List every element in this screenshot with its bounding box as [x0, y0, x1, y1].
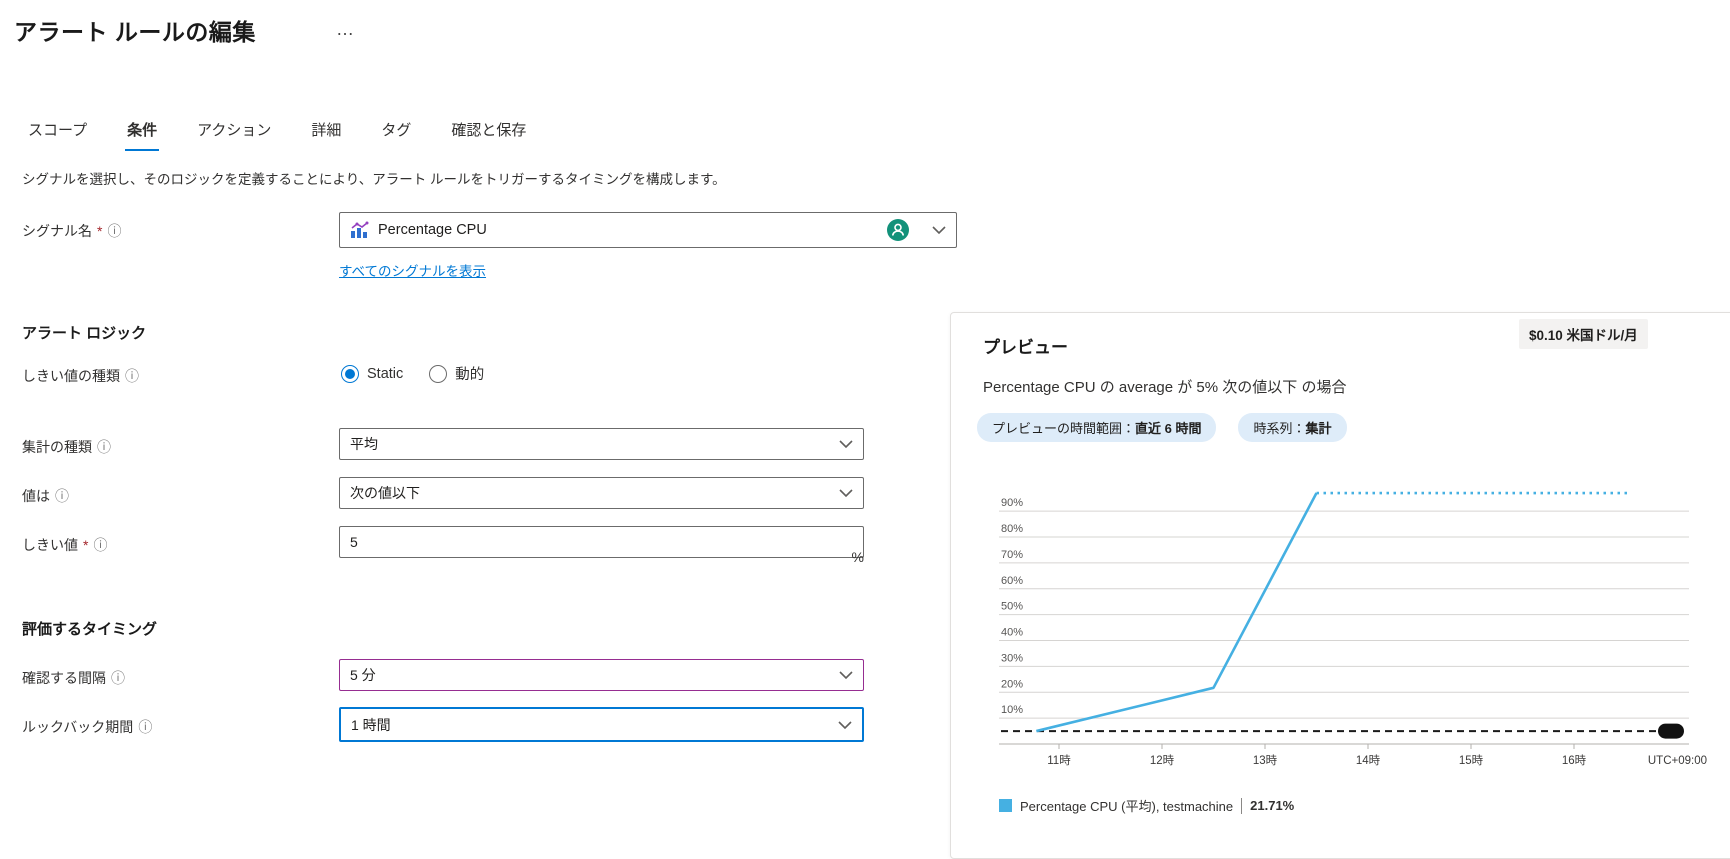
radio-dynamic-label: 動的 — [455, 363, 484, 384]
legend-separator — [1241, 798, 1242, 814]
threshold-unit: % — [839, 549, 864, 565]
operator-dropdown[interactable]: 次の値以下 — [339, 477, 864, 509]
threshold-type-radio-group: Static 動的 — [341, 363, 484, 384]
radio-static-label: Static — [367, 366, 403, 382]
svg-text:30%: 30% — [1001, 652, 1023, 664]
svg-text:50%: 50% — [1001, 601, 1023, 613]
alert-logic-heading: アラート ロジック — [22, 322, 146, 343]
legend-current-value: 21.71% — [1250, 798, 1294, 813]
threshold-label: しきい値 — [22, 535, 78, 555]
svg-text:16時: 16時 — [1562, 754, 1587, 767]
lookback-value: 1 時間 — [351, 715, 830, 735]
svg-text:11時: 11時 — [1047, 754, 1071, 767]
threshold-type-label-row: しきい値の種類 ⓘ — [22, 366, 139, 386]
info-icon[interactable]: ⓘ — [111, 671, 125, 685]
frequency-value: 5 分 — [350, 665, 831, 685]
chevron-down-icon — [839, 485, 853, 501]
svg-text:40%: 40% — [1001, 627, 1023, 639]
threshold-value: 5 — [350, 534, 853, 550]
radio-dot — [429, 365, 447, 383]
info-icon[interactable]: ⓘ — [125, 369, 139, 383]
preview-card: プレビュー $0.10 米国ドル/月 Percentage CPU の aver… — [950, 312, 1730, 859]
info-icon[interactable]: ⓘ — [138, 720, 152, 734]
legend-series-label: Percentage CPU (平均), testmachine — [1020, 796, 1233, 815]
svg-text:20%: 20% — [1001, 678, 1023, 690]
threshold-label-row: しきい値 * ⓘ — [22, 535, 107, 555]
more-options-button[interactable]: … — [336, 19, 356, 40]
frequency-dropdown[interactable]: 5 分 — [339, 659, 864, 691]
wizard-tabs: スコープ 条件 アクション 詳細 タグ 確認と保存 — [26, 113, 528, 151]
svg-text:60%: 60% — [1001, 575, 1023, 587]
alert-rule-edit-page: { "page": { "title": "アラート ルールの編集", "mor… — [0, 0, 1730, 827]
time-range-pill-value: 直近 6 時間 — [1135, 421, 1201, 436]
tab-actions[interactable]: アクション — [195, 113, 273, 151]
lookback-dropdown[interactable]: 1 時間 — [339, 707, 864, 742]
evaluation-heading: 評価するタイミング — [22, 618, 157, 639]
signal-combobox[interactable]: Percentage CPU — [339, 212, 957, 248]
page-title: アラート ルールの編集 — [14, 13, 256, 47]
series-mode-pill: 時系列：集計 — [1238, 413, 1346, 442]
price-badge: $0.10 米国ドル/月 — [1519, 319, 1648, 349]
legend-color-swatch — [999, 799, 1012, 812]
frequency-label: 確認する間隔 — [22, 668, 106, 688]
required-asterisk: * — [83, 537, 88, 553]
metric-chart-icon — [350, 221, 369, 239]
radio-dynamic[interactable]: 動的 — [429, 363, 484, 384]
time-range-pill: プレビューの時間範囲：直近 6 時間 — [977, 413, 1216, 442]
frequency-label-row: 確認する間隔 ⓘ — [22, 668, 125, 688]
svg-text:10%: 10% — [1001, 704, 1023, 716]
info-icon[interactable]: ⓘ — [97, 440, 111, 454]
svg-text:90%: 90% — [1001, 497, 1023, 509]
lookback-label-row: ルックバック期間 ⓘ — [22, 717, 152, 737]
preview-chart: 10% 20% 30% 40% 50% 60% 70% 80% 90% 11時 12時 13時 14時 1… — [961, 453, 1721, 783]
show-all-signals-link[interactable]: すべてのシグナルを表示 — [339, 260, 486, 280]
tab-details[interactable]: 詳細 — [309, 113, 343, 151]
series-mode-pill-value: 集計 — [1306, 421, 1332, 436]
tab-review-save[interactable]: 確認と保存 — [449, 113, 528, 151]
chevron-down-icon — [838, 717, 852, 733]
radio-static[interactable]: Static — [341, 365, 403, 383]
chevron-down-icon — [839, 667, 853, 683]
svg-text:15時: 15時 — [1459, 754, 1484, 767]
tab-tags[interactable]: タグ — [379, 113, 413, 151]
chart-legend: Percentage CPU (平均), testmachine 21.71% — [999, 796, 1294, 815]
suggested-signal-badge-icon — [886, 218, 910, 242]
threshold-input[interactable]: 5 — [339, 526, 864, 558]
aggregation-value: 平均 — [350, 434, 831, 454]
tab-scope[interactable]: スコープ — [26, 113, 89, 151]
signal-name-label-row: シグナル名 * ⓘ — [22, 221, 121, 241]
info-icon[interactable]: ⓘ — [93, 538, 107, 552]
info-icon[interactable]: ⓘ — [55, 489, 69, 503]
chevron-down-icon — [932, 222, 946, 238]
info-icon[interactable]: ⓘ — [107, 224, 121, 238]
operator-value: 次の値以下 — [350, 483, 831, 503]
svg-text:12時: 12時 — [1150, 754, 1175, 767]
threshold-drag-handle[interactable] — [1658, 724, 1684, 739]
aggregation-label: 集計の種類 — [22, 437, 92, 457]
preview-pills: プレビューの時間範囲：直近 6 時間 時系列：集計 — [977, 413, 1347, 442]
chevron-down-icon — [839, 436, 853, 452]
aggregation-dropdown[interactable]: 平均 — [339, 428, 864, 460]
condition-summary: Percentage CPU の average が 5% 次の値以下 の場合 — [983, 376, 1346, 397]
aggregation-label-row: 集計の種類 ⓘ — [22, 437, 111, 457]
time-range-pill-label: プレビューの時間範囲： — [992, 421, 1135, 436]
required-asterisk: * — [97, 223, 102, 239]
operator-label-row: 値は ⓘ — [22, 486, 69, 506]
svg-text:UTC+09:00: UTC+09:00 — [1648, 755, 1707, 767]
radio-dot — [341, 365, 359, 383]
lookback-label: ルックバック期間 — [22, 717, 133, 737]
preview-title: プレビュー — [983, 333, 1068, 358]
signal-value: Percentage CPU — [378, 222, 886, 238]
threshold-type-label: しきい値の種類 — [22, 366, 120, 386]
operator-label: 値は — [22, 486, 50, 506]
signal-name-label: シグナル名 — [22, 221, 92, 241]
svg-text:80%: 80% — [1001, 523, 1023, 535]
series-mode-pill-label: 時系列： — [1253, 421, 1305, 436]
tab-condition[interactable]: 条件 — [125, 113, 159, 151]
svg-text:14時: 14時 — [1356, 754, 1381, 767]
svg-text:70%: 70% — [1001, 549, 1023, 561]
svg-text:13時: 13時 — [1253, 754, 1278, 767]
intro-text: シグナルを選択し、そのロジックを定義することにより、アラート ルールをトリガーす… — [22, 168, 726, 188]
